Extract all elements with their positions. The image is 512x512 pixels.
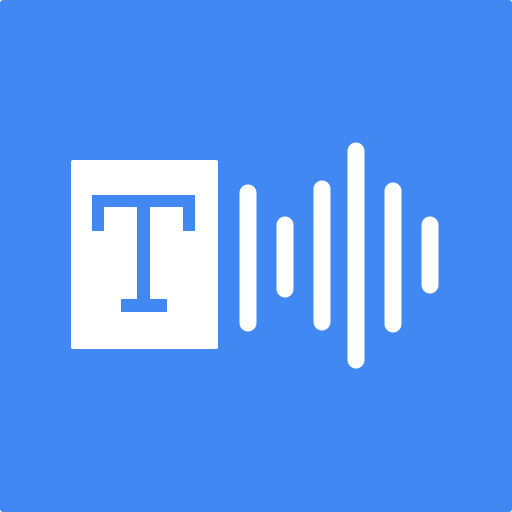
t-right-serif — [183, 195, 195, 231]
text-to-speech-icon — [0, 0, 512, 512]
t-foot — [121, 299, 167, 312]
t-stem — [137, 195, 150, 308]
text-document-icon — [71, 160, 218, 349]
t-left-serif — [92, 195, 104, 231]
app-icon — [0, 0, 512, 512]
